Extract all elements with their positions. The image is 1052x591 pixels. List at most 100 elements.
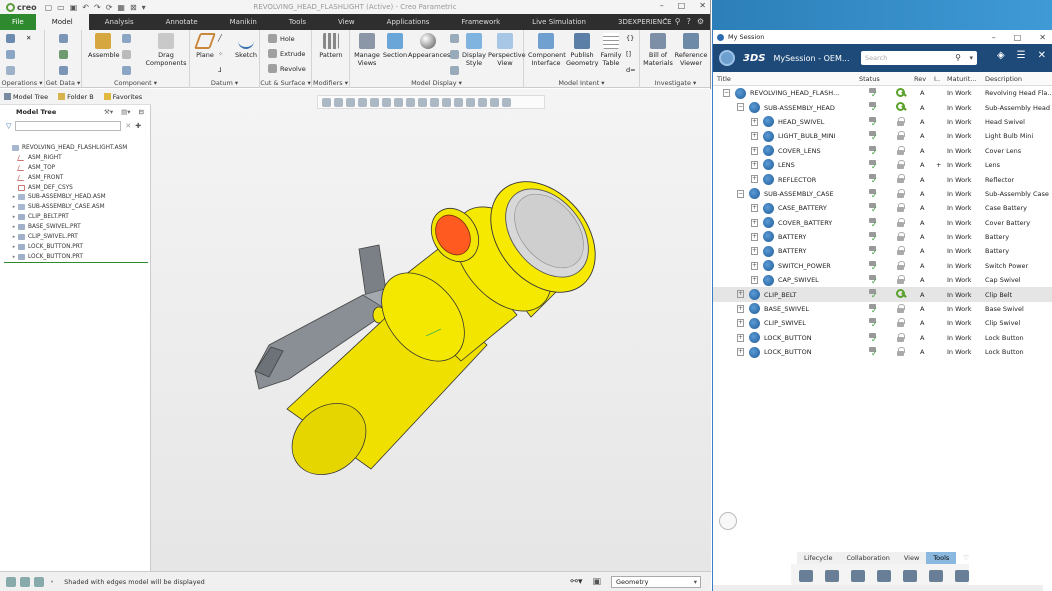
get-data-button-3[interactable] <box>59 66 68 75</box>
group-label-cut-surface[interactable]: Cut & Surface ▾ <box>260 79 311 87</box>
saved-status-icon[interactable] <box>868 174 878 185</box>
graphics-viewport[interactable] <box>151 89 711 571</box>
windows-icon[interactable]: ▦ <box>117 3 125 12</box>
session-row[interactable]: − SUB-ASSEMBLY_CASE A In Work Sub-Assembly C… <box>713 187 1052 201</box>
lock-icon[interactable] <box>896 303 905 314</box>
reference-viewer-button[interactable]: Reference Viewer <box>674 33 708 67</box>
expand-icon[interactable]: + <box>751 160 758 169</box>
minimize-icon[interactable]: – <box>660 1 664 10</box>
tab-view[interactable]: View <box>896 552 927 564</box>
model-tree-item[interactable]: ASM_DEF_CSYS <box>0 183 150 193</box>
show-browser-icon[interactable] <box>20 576 30 587</box>
tag-icon[interactable]: ◈ <box>997 50 1005 61</box>
expand-icon[interactable]: + <box>751 232 758 241</box>
options-tool-icon[interactable] <box>955 570 969 582</box>
session-row[interactable]: + LOCK_BUTTON A In Work Lock Button <box>713 345 1052 359</box>
expand-arrow-icon[interactable]: ▸ <box>10 234 18 240</box>
model-tree-item[interactable]: ▸ CLIP_SWIVEL.PRT <box>0 232 150 242</box>
session-row[interactable]: + COVER_BATTERY A In Work Cover Battery <box>713 216 1052 230</box>
expand-arrow-icon[interactable]: ▸ <box>10 254 18 260</box>
publish-geometry-button[interactable]: Publish Geometry <box>566 33 598 67</box>
expand-icon[interactable]: + <box>751 247 758 256</box>
expand-icon[interactable]: + <box>737 304 744 313</box>
undo-icon[interactable]: ↶ <box>82 3 89 12</box>
lock-icon[interactable] <box>896 260 905 271</box>
saved-status-icon[interactable] <box>868 332 878 344</box>
expand-arrow-icon[interactable]: ▸ <box>10 194 18 200</box>
collapse-icon[interactable]: − <box>737 103 744 112</box>
show-navigator-icon[interactable] <box>6 576 16 587</box>
lock-icon[interactable] <box>896 318 905 328</box>
revolve-button[interactable]: Revolve <box>268 64 306 73</box>
display-op-2[interactable] <box>450 50 459 59</box>
saved-status-icon[interactable] <box>868 188 878 200</box>
component-interface-button[interactable]: Component Interface <box>528 33 566 67</box>
session-search-input[interactable]: Search ⚲ ▾ <box>861 51 977 65</box>
session-row[interactable]: + CASE_BATTERY A In Work Case Battery <box>713 201 1052 215</box>
session-row[interactable]: + SWITCH_POWER A In Work Switch Power <box>713 259 1052 273</box>
session-row[interactable]: + BATTERY A In Work Battery <box>713 244 1052 258</box>
export-tool-icon[interactable] <box>903 570 917 582</box>
tab-tools[interactable]: Tools <box>926 552 957 564</box>
tab-analysis[interactable]: Analysis <box>89 14 150 30</box>
flashlight-model[interactable] <box>151 89 711 571</box>
lock-icon[interactable] <box>896 217 905 228</box>
lock-icon[interactable] <box>896 145 905 156</box>
lock-icon[interactable] <box>896 347 905 357</box>
copy-tool-icon[interactable] <box>799 570 813 582</box>
close-panel-icon[interactable]: ✕ <box>1038 50 1046 61</box>
session-row[interactable]: + CLIP_BELT A In Work Clip Belt <box>713 287 1052 302</box>
saved-status-icon[interactable] <box>868 217 878 229</box>
tab-lifecycle[interactable]: Lifecycle <box>797 552 840 564</box>
session-row[interactable]: + COVER_LENS A In Work Cover Lens <box>713 144 1052 158</box>
selection-filter-dropdown[interactable]: Geometry <box>611 575 701 588</box>
group-label-component[interactable]: Component ▾ <box>82 79 189 87</box>
tab-live-simulation[interactable]: Live Simulation <box>516 14 602 30</box>
delete-button[interactable]: ✕ <box>26 34 31 42</box>
saved-status-icon[interactable] <box>868 159 878 171</box>
saved-status-icon[interactable] <box>868 275 878 286</box>
bill-of-materials-button[interactable]: Bill of Materials <box>642 33 674 67</box>
group-label-model-intent[interactable]: Model Intent ▾ <box>524 79 639 87</box>
column-title[interactable]: Title <box>717 75 731 83</box>
saved-status-icon[interactable] <box>868 116 878 128</box>
lock-icon[interactable] <box>896 203 905 213</box>
expand-arrow-icon[interactable]: ▸ <box>10 204 18 210</box>
model-tree-item[interactable]: ▸ SUB-ASSEMBLY_CASE.ASM <box>0 202 150 212</box>
close-icon[interactable]: ✕ <box>1039 33 1046 42</box>
csys-button[interactable]: ⅃ <box>218 66 222 74</box>
drag-components-button[interactable]: Drag Components <box>144 33 188 67</box>
lock-icon[interactable] <box>896 159 905 170</box>
chevron-down-icon[interactable]: ▾ <box>969 51 973 65</box>
column-rev[interactable]: Rev <box>914 75 926 83</box>
model-tree-item[interactable]: ▸ LOCK_BUTTON.PRT <box>0 242 150 252</box>
tab-file[interactable]: File <box>0 14 36 30</box>
get-data-button-2[interactable] <box>59 50 68 59</box>
expand-icon[interactable]: + <box>751 204 758 213</box>
section-button[interactable]: Section <box>382 33 408 59</box>
sketch-button[interactable]: Sketch <box>234 33 258 59</box>
save-icon[interactable]: ▣ <box>70 3 78 12</box>
expand-icon[interactable]: + <box>751 175 758 184</box>
tree-settings-icon[interactable]: ⚒▾ <box>104 108 113 116</box>
saved-status-icon[interactable] <box>868 88 878 99</box>
session-row[interactable]: + HEAD_SWIVEL A In Work Head Swivel <box>713 115 1052 129</box>
close-window-icon[interactable]: ⊠ <box>130 3 137 12</box>
structure-tool-icon[interactable] <box>825 570 839 582</box>
new-file-icon[interactable]: ▢ <box>45 3 53 12</box>
saved-status-icon[interactable] <box>868 203 878 214</box>
display-op-3[interactable] <box>450 66 459 75</box>
compass-icon[interactable] <box>719 50 735 66</box>
tab-model[interactable]: Model <box>35 14 89 30</box>
session-row[interactable]: − REVOLVING_HEAD_FLASH... A In Work Revolvin… <box>713 86 1052 100</box>
point-button[interactable]: ⁘ <box>218 50 223 58</box>
column-description[interactable]: Description <box>985 75 1022 83</box>
search-help-icon[interactable]: ⚲ <box>675 17 681 26</box>
hole-button[interactable]: Hole <box>268 34 295 43</box>
filter-icon[interactable]: ▽ <box>6 122 11 130</box>
minimize-icon[interactable]: – <box>992 33 996 42</box>
tab-framework[interactable]: Framework <box>445 14 516 30</box>
saved-status-icon[interactable] <box>868 318 878 329</box>
session-row[interactable]: + BATTERY A In Work Battery <box>713 230 1052 244</box>
model-tree-item[interactable]: REVOLVING_HEAD_FLASHLIGHT.ASM <box>0 143 150 153</box>
